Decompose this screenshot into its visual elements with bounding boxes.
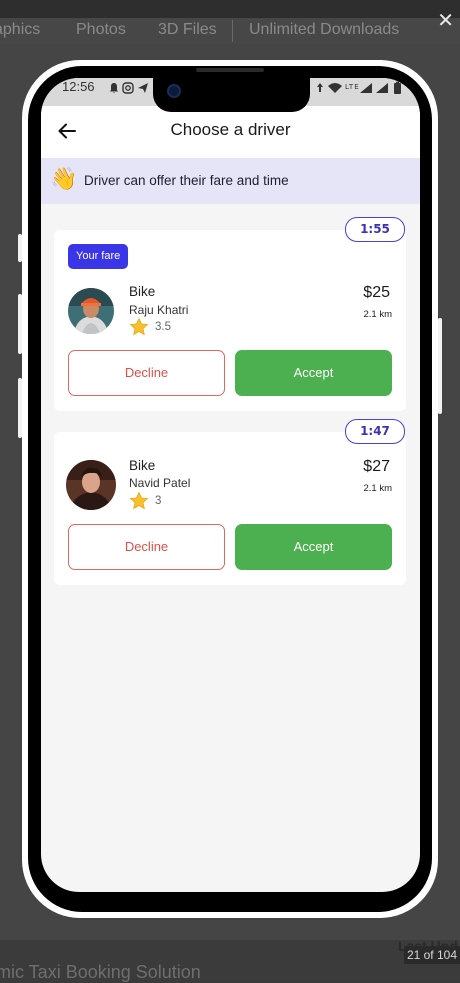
driver-rating: 3 [155, 495, 162, 507]
vehicle-type: Bike [129, 458, 156, 473]
your-fare-badge: Your fare [68, 244, 129, 269]
category-unlimited-downloads[interactable]: Unlimited Downloads [249, 21, 399, 39]
category-divider [232, 20, 233, 42]
category-3d-files[interactable]: 3D Files [158, 21, 217, 39]
driver-name: Navid Patel [129, 476, 191, 490]
lte-label: LTE [345, 83, 360, 91]
signal-wifi-battery-icons: LTE [317, 81, 401, 94]
category-graphics[interactable]: aphics [0, 21, 40, 39]
accept-button[interactable]: Accept [235, 524, 392, 570]
star-icon [129, 491, 149, 510]
offer-price: $25 [363, 284, 390, 301]
avatar [66, 460, 116, 510]
app-header: Choose a driver [41, 106, 420, 158]
close-icon[interactable]: ✕ [437, 10, 454, 30]
offer-price: $27 [363, 458, 390, 475]
page-title: Choose a driver [170, 120, 291, 139]
offer-timer: 1:47 [345, 419, 405, 444]
accept-button[interactable]: Accept [235, 350, 392, 396]
driver-photo [66, 460, 116, 510]
vehicle-type: Bike [129, 284, 156, 299]
avatar [68, 288, 114, 334]
status-time: 12:56 [62, 79, 95, 94]
lightbox-top-bar [0, 0, 460, 18]
banner-text: Driver can offer their fare and time [84, 173, 289, 188]
driver-offer-card: Bike Navid Patel 3 $27 2.1 km Decline Ac… [54, 432, 406, 585]
star-icon [129, 317, 149, 336]
phone-screen: 12:56 LTE Choose a driver 👋 Driver can o… [41, 78, 420, 892]
phone-power-button [438, 318, 442, 414]
phone-speaker [196, 68, 264, 72]
decline-button[interactable]: Decline [68, 524, 225, 570]
driver-offer-card: Your fare Bike Raju Khatri 3.5 $25 2.1 k… [54, 230, 406, 411]
offer-timer: 1:55 [345, 217, 405, 242]
driver-rating: 3.5 [155, 321, 171, 333]
notification-icons [110, 82, 148, 94]
image-counter: 21 of 104 [403, 946, 460, 964]
offer-distance: 2.1 km [363, 309, 392, 320]
decline-button[interactable]: Decline [68, 350, 225, 396]
category-nav: aphics Photos 3D Files Unlimited Downloa… [0, 18, 460, 44]
driver-name: Raju Khatri [129, 303, 189, 317]
waving-hand-icon: 👋 [50, 167, 78, 192]
camera-icon [167, 84, 181, 98]
info-banner: 👋 Driver can offer their fare and time [41, 158, 420, 204]
category-photos[interactable]: Photos [76, 21, 126, 39]
offer-distance: 2.1 km [363, 483, 392, 494]
driver-photo [68, 288, 114, 334]
